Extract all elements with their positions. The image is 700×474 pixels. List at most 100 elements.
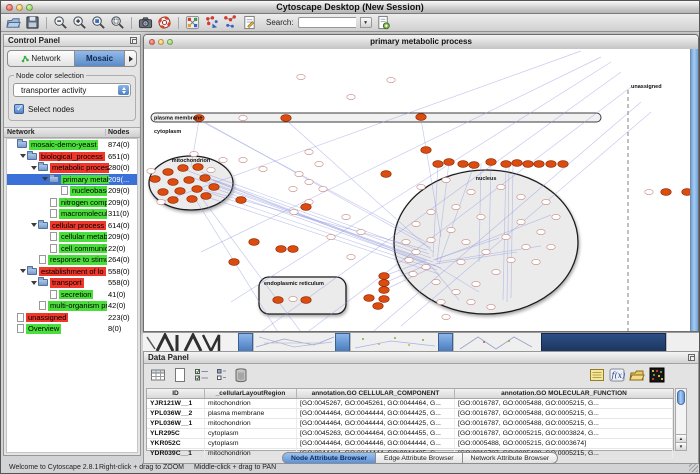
graph-node-highlighted[interactable] bbox=[200, 175, 210, 182]
tree-row-14[interactable]: multi-organism pro42(0) bbox=[7, 300, 137, 312]
graph-node-highlighted[interactable] bbox=[301, 204, 311, 211]
graph-node[interactable] bbox=[289, 186, 297, 191]
heatmap-matrix-icon[interactable] bbox=[649, 367, 665, 383]
graph-node[interactable] bbox=[289, 296, 297, 301]
graph-node-highlighted[interactable] bbox=[163, 169, 173, 176]
nodes-column-header[interactable]: Nodes bbox=[105, 129, 140, 136]
background-titlebar-fragment[interactable] bbox=[438, 333, 453, 351]
tree-row-9[interactable]: cell communicat22(0) bbox=[7, 243, 137, 255]
graph-node[interactable] bbox=[487, 304, 495, 309]
open-folder-icon[interactable] bbox=[6, 15, 21, 30]
window-titlebar[interactable]: Cytoscape Desktop (New Session) bbox=[1, 1, 699, 14]
graph-node[interactable] bbox=[427, 237, 435, 242]
graph-node[interactable] bbox=[347, 254, 355, 259]
graph-node[interactable] bbox=[542, 199, 550, 204]
scrollbar-thumb[interactable] bbox=[677, 390, 685, 405]
column-header-region[interactable]: _cellularLayoutRegion bbox=[205, 389, 297, 398]
graph-node[interactable] bbox=[482, 249, 490, 254]
graph-node[interactable] bbox=[462, 239, 470, 244]
table-row-2[interactable]: YPL036W__1mitochondrion[GO:0044464, GO:0… bbox=[147, 419, 673, 429]
graph-node[interactable] bbox=[342, 214, 350, 219]
graph-node-highlighted[interactable] bbox=[301, 297, 311, 304]
zoom-selected-icon[interactable] bbox=[91, 15, 106, 30]
formula-fx-icon[interactable]: f(x) bbox=[609, 367, 625, 383]
resize-grip[interactable] bbox=[689, 463, 698, 472]
graph-node[interactable] bbox=[472, 281, 480, 286]
graph-node-highlighted[interactable] bbox=[158, 189, 168, 196]
graph-node-highlighted[interactable] bbox=[187, 196, 197, 203]
graph-node-highlighted[interactable] bbox=[379, 273, 389, 280]
graph-node[interactable] bbox=[327, 234, 335, 239]
network-tree[interactable]: mosaic-demo-yeast874(0)biological_proces… bbox=[6, 138, 138, 453]
graph-node[interactable] bbox=[442, 314, 450, 319]
graph-node[interactable] bbox=[239, 115, 247, 120]
expand-arrow-icon[interactable] bbox=[20, 154, 26, 158]
table-row-4[interactable]: YKR052Ccytoplasm[GO:0044464, GO:0044446,… bbox=[147, 439, 673, 449]
graph-node[interactable] bbox=[502, 234, 510, 239]
graph-node[interactable] bbox=[517, 219, 525, 224]
graph-node-highlighted[interactable] bbox=[558, 161, 568, 168]
graph-node-highlighted[interactable] bbox=[178, 165, 188, 172]
column-header-molecular-function[interactable]: annotation.GO MOLECULAR_FUNCTION bbox=[455, 389, 673, 398]
background-titlebar-fragment[interactable] bbox=[238, 333, 253, 351]
minimize-button[interactable] bbox=[16, 4, 23, 11]
graph-node-highlighted[interactable] bbox=[661, 189, 671, 196]
graph-node[interactable] bbox=[422, 264, 430, 269]
network-overview-icon[interactable] bbox=[185, 15, 200, 30]
vertical-scrollbar[interactable] bbox=[690, 49, 698, 331]
tree-row-13[interactable]: secretion41(0) bbox=[7, 289, 137, 301]
graph-node-highlighted[interactable] bbox=[433, 161, 443, 168]
graph-node[interactable] bbox=[412, 249, 420, 254]
graph-node[interactable] bbox=[447, 227, 455, 232]
graph-node[interactable] bbox=[645, 189, 653, 194]
graph-node[interactable] bbox=[437, 299, 445, 304]
graph-node-highlighted[interactable] bbox=[288, 246, 298, 253]
graph-node-highlighted[interactable] bbox=[175, 188, 185, 195]
graph-node-highlighted[interactable] bbox=[534, 161, 544, 168]
background-titlebar-fragment[interactable] bbox=[541, 333, 666, 351]
color-attribute-dropdown[interactable]: transporter activity bbox=[13, 83, 131, 97]
tab-mosaic[interactable]: Mosaic bbox=[75, 51, 125, 66]
graph-node-highlighted[interactable] bbox=[273, 297, 283, 304]
annotation-icon[interactable] bbox=[242, 15, 257, 30]
snapshot-camera-icon[interactable] bbox=[138, 15, 153, 30]
graph-node[interactable] bbox=[347, 94, 355, 99]
zoom-fit-icon[interactable] bbox=[110, 15, 125, 30]
background-titlebar-fragment[interactable] bbox=[335, 333, 350, 351]
graph-node[interactable] bbox=[497, 184, 505, 189]
graph-node[interactable] bbox=[297, 74, 305, 79]
graph-node-highlighted[interactable] bbox=[281, 115, 291, 122]
graph-node[interactable] bbox=[157, 199, 165, 204]
graph-node[interactable] bbox=[537, 229, 545, 234]
frame-minimize-button[interactable] bbox=[158, 39, 164, 45]
select-attributes-icon[interactable] bbox=[150, 367, 166, 383]
graph-node[interactable] bbox=[532, 259, 540, 264]
tree-row-12[interactable]: transport558(0) bbox=[7, 277, 137, 289]
tree-row-10[interactable]: response to stimulu264(0) bbox=[7, 254, 137, 266]
expand-arrow-icon[interactable] bbox=[20, 269, 26, 273]
search-input[interactable] bbox=[298, 17, 356, 28]
graph-node-highlighted[interactable] bbox=[209, 184, 219, 191]
scroll-down-icon[interactable]: ▼ bbox=[676, 442, 686, 450]
graph-node[interactable] bbox=[319, 186, 327, 191]
tree-row-11[interactable]: establishment of lo558(0) bbox=[7, 266, 137, 278]
graph-node-highlighted[interactable] bbox=[486, 159, 496, 166]
graph-node[interactable] bbox=[305, 179, 313, 184]
graph-node-highlighted[interactable] bbox=[416, 114, 426, 121]
graph-node-highlighted[interactable] bbox=[276, 246, 286, 253]
scroll-up-icon[interactable]: ▲ bbox=[676, 434, 686, 442]
tree-row-4[interactable]: nucleobase-209(0) bbox=[7, 185, 137, 197]
graph-node-highlighted[interactable] bbox=[168, 197, 178, 204]
graph-node[interactable] bbox=[417, 184, 425, 189]
graph-node-highlighted[interactable] bbox=[381, 171, 391, 178]
graph-node[interactable] bbox=[207, 167, 215, 172]
graph-node[interactable] bbox=[295, 171, 303, 176]
help-lifering-icon[interactable] bbox=[157, 15, 172, 30]
network-canvas[interactable]: plasma membrane cytoplasm mitochondrion … bbox=[144, 49, 691, 331]
graph-node-highlighted[interactable] bbox=[193, 164, 203, 171]
graph-node-highlighted[interactable] bbox=[501, 161, 511, 168]
float-panel-icon[interactable] bbox=[130, 37, 137, 44]
tree-row-1[interactable]: biological_process651(0) bbox=[7, 151, 137, 163]
expand-arrow-icon[interactable] bbox=[31, 281, 37, 285]
graph-node[interactable] bbox=[387, 77, 395, 82]
